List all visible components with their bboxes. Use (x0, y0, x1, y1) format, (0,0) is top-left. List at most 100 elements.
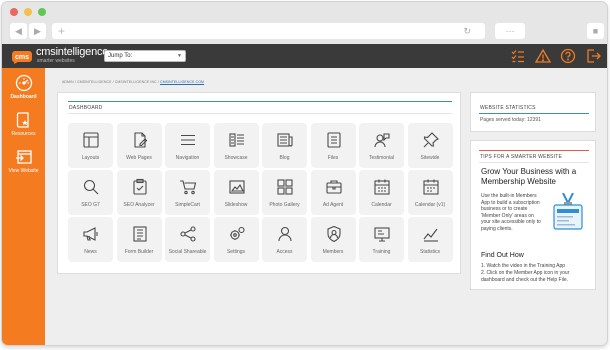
settings-gears-icon (229, 226, 245, 240)
slideshow-icon (228, 180, 245, 194)
breadcrumb-current[interactable]: CMSINTELLIGENCE.COM (160, 80, 204, 84)
more-icon: ⋯ (505, 26, 515, 36)
calendar-v1-icon (422, 179, 439, 195)
tile-ad-agent[interactable]: Ad Agent (310, 170, 356, 215)
tile-form-builder[interactable]: Form Builder (116, 217, 162, 262)
tile-testimonial[interactable]: Testimonial (359, 123, 404, 168)
dashboard-title: DASHBOARD (69, 105, 103, 111)
chevron-down-icon: ▼ (177, 53, 182, 59)
stats-title: WEBSITE STATISTICS (480, 105, 536, 111)
testimonial-icon (374, 133, 390, 148)
tips-body: Use the built-in Members App to build a … (481, 193, 541, 232)
brand-name: cmsintelligence (36, 46, 109, 58)
reload-icon[interactable]: ↻ (463, 23, 471, 39)
left-sidebar: Dashboard Resources View Website (2, 68, 45, 345)
tips-step-2: 2. Click on the Member App icon in your … (481, 270, 570, 283)
tile-calendar[interactable]: Calendar (359, 170, 404, 215)
seo-analyzer-icon (132, 178, 147, 195)
tips-divider (479, 162, 589, 163)
chevron-right-icon: ▶ (34, 26, 41, 36)
tile-navigation[interactable]: Navigation (165, 123, 210, 168)
tile-label: Social Shareable (168, 249, 207, 255)
tile-settings[interactable]: Settings (213, 217, 259, 262)
jump-to-label: Jump To: (108, 53, 133, 59)
cms-logo-icon: cms (11, 51, 33, 64)
minimize-window-button[interactable] (24, 8, 32, 16)
tile-slideshow[interactable]: Slideshow (213, 170, 259, 215)
tile-label: Form Builder (124, 249, 154, 255)
news-megaphone-icon (83, 227, 98, 241)
members-badge-icon (326, 225, 341, 243)
showcase-icon (228, 133, 244, 147)
form-builder-icon (132, 226, 147, 242)
training-icon (374, 227, 390, 242)
tile-social-shareable[interactable]: Social Shareable (165, 217, 210, 262)
tips-step-1: 1. Watch the video in the Training App (481, 263, 566, 269)
tile-seo-g7[interactable]: SEO G7 (68, 170, 113, 215)
tile-label: Sitewide (420, 155, 440, 161)
tile-access[interactable]: Access (262, 217, 307, 262)
sidebar-item-dashboard[interactable]: Dashboard (2, 74, 45, 100)
sidebar-label-resources: Resources (11, 131, 36, 137)
svg-text:cms: cms (15, 54, 29, 61)
statistics-chart-icon (423, 228, 438, 242)
tips-panel: TIPS FOR A SMARTER WEBSITE Grow Your Bus… (470, 140, 596, 290)
tile-label: Web Pages (126, 155, 152, 161)
extension-button[interactable]: ■ (587, 23, 604, 39)
blog-icon (277, 133, 293, 147)
extension-icon: ■ (592, 26, 599, 36)
tile-members[interactable]: Members (310, 217, 356, 262)
help-icon[interactable] (560, 48, 576, 64)
sidebar-item-view-website[interactable]: View Website (2, 148, 45, 174)
calendar-icon (374, 179, 390, 195)
tile-label: Layouts (81, 155, 100, 161)
sidebar-item-resources[interactable]: Resources (2, 111, 45, 137)
tile-statistics[interactable]: Statistics (407, 217, 453, 262)
tile-label: Statistics (419, 249, 440, 255)
tile-label: Calendar (v1) (414, 202, 446, 208)
warning-icon[interactable] (535, 48, 551, 64)
chevron-left-icon: ◀ (15, 26, 22, 36)
tile-showcase[interactable]: Showcase (213, 123, 259, 168)
tile-label: Navigation (175, 155, 200, 161)
jump-to-select[interactable]: Jump To: ▼ (104, 50, 186, 62)
back-button[interactable]: ◀ (10, 23, 27, 39)
tile-news[interactable]: News (68, 217, 113, 262)
tile-blog[interactable]: Blog (262, 123, 307, 168)
tile-training[interactable]: Training (359, 217, 404, 262)
breadcrumb-path[interactable]: ADMIN / CMSINTELLIGENCE / CMSINTELLIGENC… (62, 80, 159, 84)
share-icon (180, 226, 196, 242)
forward-button[interactable]: ▶ (29, 23, 46, 39)
find-out-heading: Find Out How (481, 252, 524, 259)
browser-chrome: ◀ ▶ + ↻ ⋯ ■ (2, 2, 607, 44)
logout-icon[interactable] (585, 48, 601, 64)
tile-calendar-v1[interactable]: Calendar (v1) (407, 170, 453, 215)
page-options-button[interactable]: ⋯ (495, 23, 525, 39)
sitewide-pin-icon (423, 132, 439, 148)
tile-simplecart[interactable]: SimpleCart (165, 170, 210, 215)
checklist-icon[interactable] (510, 48, 526, 64)
tile-label: SimpleCart (175, 202, 200, 208)
app-topbar: cms cmsintelligence smarter websites Jum… (2, 44, 607, 68)
layouts-icon (83, 132, 99, 148)
tile-label: SEO Analyzer (123, 202, 155, 208)
dashboard-panel: DASHBOARD Layouts Web Pages Navigation Show… (57, 92, 461, 274)
tile-label: Calendar (371, 202, 392, 208)
tile-layouts[interactable]: Layouts (68, 123, 113, 168)
tile-label: Files (327, 155, 339, 161)
tile-web-pages[interactable]: Web Pages (116, 123, 162, 168)
tile-sitewide[interactable]: Sitewide (407, 123, 453, 168)
tile-label: Training (372, 249, 391, 255)
tile-photo-gallery[interactable]: Photo Gallery (262, 170, 307, 215)
plus-icon[interactable]: + (58, 23, 65, 39)
access-user-icon (278, 226, 292, 242)
tile-seo-analyzer[interactable]: SEO Analyzer (116, 170, 162, 215)
close-window-button[interactable] (10, 8, 18, 16)
view-website-icon (15, 150, 32, 164)
resources-book-icon (16, 112, 29, 128)
tile-files[interactable]: Files (310, 123, 356, 168)
maximize-window-button[interactable] (38, 8, 46, 16)
tile-label: Showcase (224, 155, 248, 161)
tips-heading: Grow Your Business with a Membership Web… (481, 167, 577, 186)
address-bar[interactable]: + ↻ (52, 23, 485, 39)
